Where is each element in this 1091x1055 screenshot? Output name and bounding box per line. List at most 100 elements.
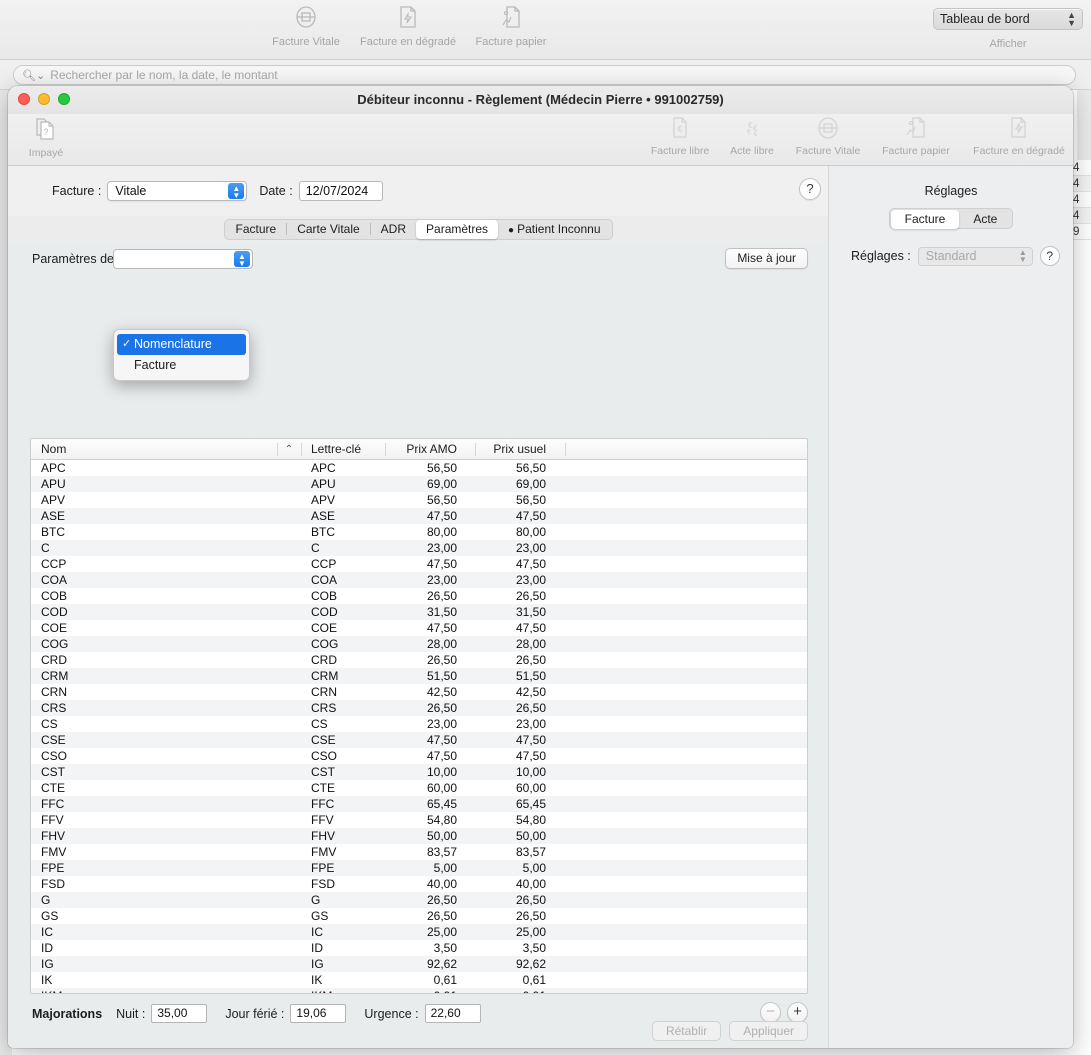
help-button[interactable]: ? (799, 178, 821, 200)
cell-spacer (277, 908, 301, 924)
cell-prix-usuel: 23,00 (515, 541, 546, 555)
table-row[interactable]: CRD CRD 26,50 26,50 (31, 652, 807, 668)
appliquer-button[interactable]: Appliquer (729, 1021, 808, 1041)
table-row[interactable]: FFC FFC 65,45 65,45 (31, 796, 807, 812)
minimize-button[interactable] (38, 93, 50, 105)
table-row[interactable]: CSE CSE 47,50 47,50 (31, 732, 807, 748)
zoom-button[interactable] (58, 93, 70, 105)
jour-ferie-input[interactable]: 19,06 (290, 1004, 347, 1023)
cell-prix-amo: 56,50 (426, 493, 457, 507)
mise-a-jour-button[interactable]: Mise à jour (725, 248, 808, 269)
table-row[interactable]: CST CST 10,00 10,00 (31, 764, 807, 780)
table-row[interactable]: COB COB 26,50 26,50 (31, 588, 807, 604)
view-mode-popup[interactable]: Tableau de bord ▲ ▼ (933, 8, 1083, 30)
cell-spacer (277, 860, 301, 876)
cell-nom: APV (41, 493, 66, 507)
cell-prix-amo: 47,50 (426, 749, 457, 763)
bg-toolbar-facture-vitale[interactable]: Facture Vitale (256, 5, 356, 48)
cell-lettre-cle: CS (311, 717, 328, 731)
table-row[interactable]: CS CS 23,00 23,00 (31, 716, 807, 732)
tab-facture[interactable]: Facture (226, 220, 287, 239)
tab-adr[interactable]: ADR (371, 220, 416, 239)
cell-lettre-cle: GS (311, 909, 329, 923)
unpaid-document-icon: ? (35, 118, 57, 145)
table-row[interactable]: CRS CRS 26,50 26,50 (31, 700, 807, 716)
menu-item-label: Nomenclature (134, 337, 212, 351)
column-header-nom[interactable]: Nom (31, 439, 277, 459)
table-row[interactable]: FPE FPE 5,00 5,00 (31, 860, 807, 876)
toolbar-facture-papier[interactable]: Facture papier (868, 116, 964, 157)
column-header-lettre-cle[interactable]: Lettre-clé (301, 439, 385, 459)
table-row[interactable]: COE COE 47,50 47,50 (31, 620, 807, 636)
table-row[interactable]: CRM CRM 51,50 51,50 (31, 668, 807, 684)
table-row[interactable]: CCP CCP 47,50 47,50 (31, 556, 807, 572)
remove-row-button[interactable]: − (760, 1002, 781, 1023)
cell-prix-usuel: 40,00 (515, 877, 546, 891)
toolbar-impaye[interactable]: ? Impayé (8, 116, 94, 159)
table-row[interactable]: FMV FMV 83,57 83,57 (31, 844, 807, 860)
cell-prix-amo: 83,57 (426, 845, 457, 859)
urgence-input[interactable]: 22,60 (424, 1004, 481, 1023)
table-row[interactable]: IKMIKM0,910,91 (31, 988, 807, 993)
table-row[interactable]: CTE CTE 60,00 60,00 (31, 780, 807, 796)
tab-carte-vitale[interactable]: Carte Vitale (287, 220, 369, 239)
toolbar-facture-vitale[interactable]: Facture Vitale (780, 116, 876, 157)
cell-prix-amo: 0,91 (385, 988, 475, 993)
nuit-input[interactable]: 35,00 (151, 1004, 208, 1023)
parameters-dropdown-menu[interactable]: ✓ Nomenclature Facture (113, 329, 250, 381)
table-row[interactable]: IK IK 0,61 0,61 (31, 972, 807, 988)
table-row[interactable]: ASE ASE 47,50 47,50 (31, 508, 807, 524)
table-row[interactable]: CSO CSO 47,50 47,50 (31, 748, 807, 764)
table-row[interactable]: FHV FHV 50,00 50,00 (31, 828, 807, 844)
table-row[interactable]: ID ID 3,50 3,50 (31, 940, 807, 956)
table-row[interactable]: COD COD 31,50 31,50 (31, 604, 807, 620)
tab-parametres[interactable]: Paramètres (416, 219, 499, 239)
bg-toolbar-facture-papier[interactable]: Facture papier (461, 5, 561, 48)
tab-reglages-facture[interactable]: Facture (890, 210, 960, 229)
menu-item-facture[interactable]: Facture (114, 355, 249, 376)
table-row[interactable]: APV APV 56,50 56,50 (31, 492, 807, 508)
cell-prix-amo: 28,00 (426, 637, 457, 651)
close-button[interactable] (18, 93, 30, 105)
cell-end (565, 604, 807, 620)
reglages-help-button[interactable]: ? (1039, 246, 1060, 266)
tab-reglages-acte[interactable]: Acte (959, 210, 1011, 229)
sort-ascending-icon[interactable]: ⌃ (277, 439, 301, 459)
tab-patient-inconnu[interactable]: ● Patient Inconnu (498, 220, 610, 239)
column-header-prix-amo[interactable]: Prix AMO (385, 439, 475, 459)
cell-prix-amo: 47,50 (426, 733, 457, 747)
reglages-setting-select[interactable]: Standard ▲ ▼ (917, 246, 1033, 266)
table-body[interactable]: APC APC 56,50 56,50 APU APU 69,00 69,00 APV APV 56… (31, 460, 807, 993)
table-row[interactable]: IG IG 92,62 92,62 (31, 956, 807, 972)
table-row[interactable]: FSD FSD 40,00 40,00 (31, 876, 807, 892)
bg-toolbar-facture-degrade[interactable]: Facture en dégradé (358, 5, 458, 48)
cell-lettre-cle: CTE (311, 781, 335, 795)
facture-type-popup[interactable]: Vitale ▲ ▼ (107, 181, 248, 201)
table-row[interactable]: BTC BTC 80,00 80,00 (31, 524, 807, 540)
parameters-type-popup[interactable]: ▲ ▼ (113, 249, 253, 269)
cell-spacer (277, 540, 301, 556)
table-row[interactable]: COA COA 23,00 23,00 (31, 572, 807, 588)
table-row[interactable]: CRN CRN 42,50 42,50 (31, 684, 807, 700)
menu-item-nomenclature[interactable]: ✓ Nomenclature (117, 334, 246, 355)
table-row[interactable]: GS GS 26,50 26,50 (31, 908, 807, 924)
toolbar-facture-degrade[interactable]: Facture en dégradé (971, 116, 1067, 157)
retablir-button[interactable]: Rétablir (651, 1021, 722, 1041)
cell-lettre-cle: COG (311, 637, 339, 651)
background-right-strip (1077, 90, 1091, 168)
table-row[interactable]: APU APU 69,00 69,00 (31, 476, 807, 492)
table-row[interactable]: IC IC 25,00 25,00 (31, 924, 807, 940)
cell-end (565, 732, 807, 748)
cell-nom: COD (41, 605, 68, 619)
date-field[interactable]: 12/07/2024 (298, 181, 383, 201)
table-row[interactable]: COG COG 28,00 28,00 (31, 636, 807, 652)
toolbar-item-label: Facture en dégradé (973, 145, 1065, 157)
table-row[interactable]: FFV FFV 54,80 54,80 (31, 812, 807, 828)
majorations-title: Majorations (32, 1006, 103, 1021)
table-row[interactable]: G G 26,50 26,50 (31, 892, 807, 908)
search-input[interactable]: 🔍︎⌄ Rechercher par le nom, la date, le m… (13, 65, 1076, 85)
column-header-prix-usuel[interactable]: Prix usuel (475, 439, 565, 459)
table-row[interactable]: APC APC 56,50 56,50 (31, 460, 807, 476)
table-row[interactable]: C C 23,00 23,00 (31, 540, 807, 556)
add-row-button[interactable]: + (787, 1002, 808, 1023)
